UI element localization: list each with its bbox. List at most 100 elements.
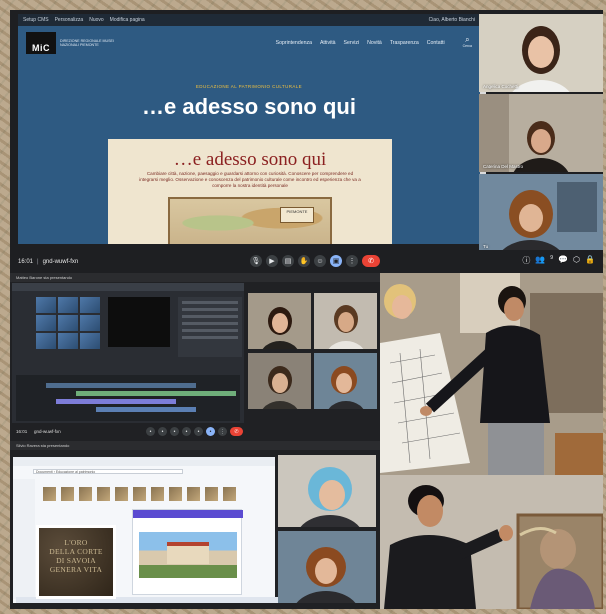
plaque-image[interactable]: L'ORO DELLA CORTE DI SAVOIA GENERA VITA bbox=[36, 525, 116, 599]
camera-icon[interactable]: ▶ bbox=[266, 255, 278, 267]
people-icon[interactable]: 👥 bbox=[535, 255, 545, 266]
tab-modifica[interactable]: Modifica pagina bbox=[110, 17, 145, 23]
mic-icon[interactable]: 🎙 bbox=[250, 255, 262, 267]
meeting-side-icons: ⓘ 👥 9 💬 ⬡ 🔒 bbox=[522, 255, 595, 266]
participant-tile[interactable] bbox=[248, 293, 311, 349]
participant-video bbox=[479, 14, 603, 92]
site-search-button[interactable]: ⌕ Cerca bbox=[462, 36, 472, 49]
video-editor-meeting-screenshot: Matteo Barone sta presentando 16:01 gnd-… bbox=[10, 273, 380, 441]
viewer-toolbar[interactable] bbox=[133, 510, 243, 518]
book-description: Cambiare città, nazione, paesaggio e gua… bbox=[139, 171, 361, 188]
fresco-scene bbox=[380, 475, 603, 609]
participant-video bbox=[248, 293, 311, 349]
info-icon[interactable]: ⓘ bbox=[522, 255, 530, 266]
account-label[interactable]: Ciao, Alberto Bianchi bbox=[429, 17, 475, 23]
website-page: MiC DIREZIONE REGIONALE MUSEI NAZIONALI … bbox=[18, 26, 480, 244]
participant-video bbox=[479, 94, 603, 172]
site-header: MiC DIREZIONE REGIONALE MUSEI NAZIONALI … bbox=[18, 26, 480, 60]
editor-menu-bar[interactable] bbox=[12, 283, 244, 291]
editing-timeline[interactable] bbox=[16, 375, 240, 421]
browser-toolbar: Setup CMS Personalizza Nuovo Modifica pa… bbox=[18, 14, 480, 26]
participant-tile[interactable] bbox=[314, 293, 377, 349]
video-preview[interactable] bbox=[108, 297, 170, 347]
palace-building bbox=[167, 542, 209, 564]
end-call-button[interactable]: ✆ bbox=[230, 427, 243, 436]
explorer-sidebar[interactable] bbox=[13, 479, 35, 599]
meeting-control-bar: 16:01 gnd-wuwf-fxn • • • • • • ⋮ ✆ bbox=[10, 425, 380, 441]
participant-tile[interactable] bbox=[278, 455, 376, 527]
participant-name: Caterina Del Mastro bbox=[483, 164, 524, 169]
captions-icon[interactable]: ▤ bbox=[282, 255, 294, 267]
tab-personalizza[interactable]: Personalizza bbox=[55, 17, 84, 23]
participant-video bbox=[479, 174, 603, 252]
explorer-path: Documenti › Educazione al patrimonio bbox=[36, 470, 96, 474]
file-thumbnails[interactable] bbox=[43, 487, 253, 505]
participant-grid bbox=[278, 455, 378, 607]
meeting-controls: • • • • • • ⋮ ✆ bbox=[146, 427, 243, 436]
explorer-address-bar[interactable]: Documenti › Educazione al patrimonio bbox=[33, 469, 183, 474]
page-kicker: EDUCAZIONE AL PATRIMONIO CULTURALE bbox=[195, 84, 303, 89]
lock-icon[interactable]: 🔒 bbox=[585, 255, 595, 266]
participant-tile-self[interactable] bbox=[314, 353, 377, 409]
meeting-code: gnd-wuwf-fxn bbox=[34, 429, 61, 434]
nav-attivita[interactable]: Attività bbox=[320, 40, 336, 46]
participant-tile-self[interactable] bbox=[278, 531, 376, 603]
participant-video bbox=[314, 353, 377, 409]
search-label: Cerca bbox=[462, 44, 472, 48]
nav-servizi[interactable]: Servizi bbox=[344, 40, 360, 46]
fresco-photo bbox=[380, 475, 603, 609]
nav-soprintendenza[interactable]: Soprintendenza bbox=[276, 40, 312, 46]
more-icon[interactable]: ⋮ bbox=[346, 255, 358, 267]
hand-icon[interactable]: ✋ bbox=[298, 255, 310, 267]
participant-video bbox=[278, 455, 376, 527]
more-icon[interactable]: ⋮ bbox=[218, 427, 227, 436]
explorer-toolbar[interactable] bbox=[13, 457, 275, 466]
tab-setup[interactable]: Setup CMS bbox=[23, 17, 49, 23]
workshop-photo bbox=[380, 273, 603, 475]
mic-logo[interactable]: MiC bbox=[26, 32, 56, 54]
meeting-time: 16:01 bbox=[16, 429, 28, 434]
antique-map-image: PIEMONTE bbox=[168, 197, 332, 244]
nav-novita[interactable]: Novità bbox=[367, 40, 382, 46]
site-nav-links: Soprintendenza Attività Servizi Novità T… bbox=[276, 40, 445, 46]
end-call-button[interactable]: ✆ bbox=[362, 255, 380, 267]
captions-icon[interactable]: • bbox=[170, 427, 179, 436]
media-library[interactable] bbox=[36, 297, 100, 349]
image-viewer-window[interactable] bbox=[132, 509, 243, 595]
camera-icon[interactable]: • bbox=[158, 427, 167, 436]
website-meeting-screenshot: Setup CMS Personalizza Nuovo Modifica pa… bbox=[10, 10, 603, 273]
participant-tile[interactable]: Angelica Cochetti bbox=[479, 14, 603, 92]
participant-video bbox=[278, 531, 376, 603]
nav-contatti[interactable]: Contatti bbox=[427, 40, 445, 46]
participant-grid bbox=[248, 293, 378, 411]
hand-icon[interactable]: • bbox=[182, 427, 191, 436]
participant-video bbox=[248, 353, 311, 409]
participant-tile[interactable] bbox=[248, 353, 311, 409]
present-icon[interactable]: • bbox=[206, 427, 215, 436]
participant-tile[interactable]: Caterina Del Mastro bbox=[479, 94, 603, 172]
emoji-icon[interactable]: ☺ bbox=[314, 255, 326, 267]
book-cover: …e adesso sono qui Cambiare città, nazio… bbox=[108, 139, 392, 244]
participant-name: Tu bbox=[483, 244, 489, 249]
workshop-scene bbox=[380, 273, 603, 475]
participant-count: 9 bbox=[550, 255, 554, 261]
present-icon[interactable]: ▣ bbox=[330, 255, 342, 267]
page-title: …e adesso sono qui bbox=[142, 94, 356, 119]
video-editor-window bbox=[12, 283, 244, 423]
tab-nuovo[interactable]: Nuovo bbox=[89, 17, 103, 23]
emoji-icon[interactable]: • bbox=[194, 427, 203, 436]
meeting-control-bar: 16:01 | gnd-wuwf-fxn 🎙 ▶ ▤ ✋ ☺ ▣ ⋮ ✆ ⓘ 👥… bbox=[10, 250, 603, 273]
meeting-controls: 🎙 ▶ ▤ ✋ ☺ ▣ ⋮ ✆ bbox=[250, 255, 380, 267]
file-explorer-meeting-screenshot: Silvio Ravera sta presentando Documenti … bbox=[10, 441, 380, 609]
participant-tile-self[interactable]: Tu bbox=[479, 174, 603, 252]
properties-panel[interactable] bbox=[178, 297, 242, 357]
nav-trasparenza[interactable]: Trasparenza bbox=[390, 40, 419, 46]
participant-name: Angelica Cochetti bbox=[483, 84, 519, 89]
activities-icon[interactable]: ⬡ bbox=[573, 255, 580, 266]
mic-icon[interactable]: • bbox=[146, 427, 155, 436]
chat-icon[interactable]: 💬 bbox=[558, 255, 568, 266]
meeting-code: gnd-wuwf-fxn bbox=[42, 258, 79, 265]
participant-video bbox=[314, 293, 377, 349]
presenter-banner: Silvio Ravera sta presentando bbox=[10, 441, 380, 450]
meeting-time: 16:01 bbox=[18, 258, 34, 265]
